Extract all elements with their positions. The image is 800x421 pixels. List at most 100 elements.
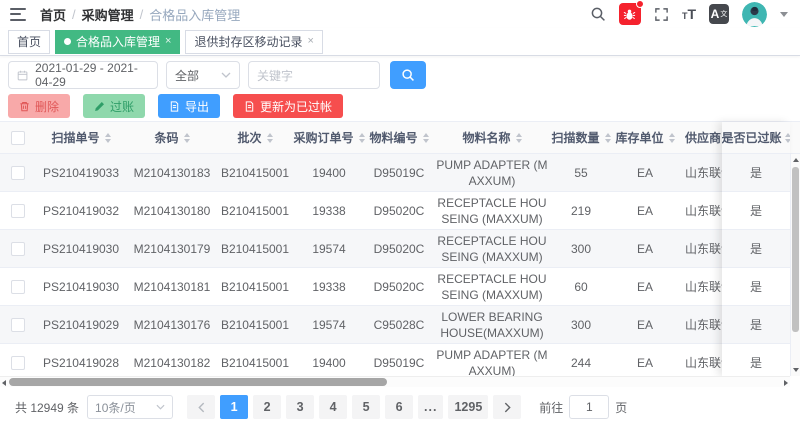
cell-mat_name: RECEPTACLE HOUSEING (MAXXUM) [433,192,551,229]
page-button-1[interactable]: 1 [220,395,248,419]
language-icon[interactable]: A文 [709,4,729,24]
avatar[interactable] [742,2,767,27]
horizontal-scroll-thumb[interactable] [9,378,387,386]
row-checkbox[interactable] [11,166,25,180]
sort-asc-icon[interactable] [105,133,111,137]
sort-asc-icon[interactable] [669,133,675,137]
search-button[interactable] [390,61,426,89]
row-checkbox[interactable] [11,280,25,294]
type-select[interactable]: 全部 [166,61,240,89]
sort-desc-icon[interactable] [785,139,790,143]
search-icon[interactable] [590,6,606,22]
post-button[interactable]: 过账 [83,94,145,118]
page-button-last[interactable]: 1295 [448,395,488,419]
sort-desc-icon[interactable] [516,139,522,143]
sort-carets-icon[interactable] [669,133,675,143]
scroll-up-icon[interactable] [793,158,799,162]
column-header-scan_no[interactable]: 扫描单号 [35,122,127,153]
chevron-down-icon[interactable] [780,12,788,21]
sort-carets-icon[interactable] [105,133,111,143]
next-page-button[interactable] [493,395,521,419]
column-header-posted[interactable]: 是否已过账 [722,122,790,154]
export-button[interactable]: 导出 [158,94,220,118]
sort-desc-icon[interactable] [605,139,611,143]
page-button-4[interactable]: 4 [319,395,347,419]
table-row[interactable]: PS210419029M2104130176B21041500119574C95… [0,306,790,344]
page-button-3[interactable]: 3 [286,395,314,419]
goto-page-input[interactable] [569,395,609,419]
row-checkbox[interactable] [11,204,25,218]
tab-home[interactable]: 首页 [8,30,50,54]
sort-carets-icon[interactable] [184,133,190,143]
close-icon[interactable]: × [165,36,171,47]
more-pages-icon[interactable]: ... [418,395,443,419]
breadcrumb-separator: / [140,7,144,22]
tab-qualified-inbound[interactable]: 合格品入库管理 × [55,30,180,54]
sort-asc-icon[interactable] [423,133,429,137]
prev-page-button[interactable] [187,395,215,419]
vertical-scroll-thumb[interactable] [792,167,799,332]
page-size-select[interactable]: 10条/页 [87,395,173,419]
tab-sealed-move-record[interactable]: 退供封存区移动记录 × [185,30,322,54]
keyword-input[interactable]: 关键字 [248,61,380,89]
sort-desc-icon[interactable] [423,139,429,143]
select-all-checkbox[interactable] [11,131,25,145]
sort-asc-icon[interactable] [605,133,611,137]
table-row[interactable]: PS210419032M2104130180B21041500119338D95… [0,192,790,230]
sort-desc-icon[interactable] [669,139,675,143]
date-range-input[interactable]: 2021-01-29 - 2021-04-29 [8,61,158,89]
font-size-icon[interactable]: TT [682,7,696,21]
sort-asc-icon[interactable] [785,133,790,137]
page-button-5[interactable]: 5 [352,395,380,419]
calendar-icon [17,69,28,82]
column-header-batch[interactable]: 批次 [217,122,293,153]
cell-batch: B210415001 [217,306,293,343]
sort-carets-icon[interactable] [423,133,429,143]
column-header-mat_name[interactable]: 物料名称 [433,122,551,153]
sort-desc-icon[interactable] [359,139,365,143]
table-row[interactable]: PS210419033M2104130183B21041500119400D95… [0,154,790,192]
column-header-po_no[interactable]: 采购订单号 [293,122,365,153]
scroll-left-icon[interactable] [2,380,6,386]
scroll-down-icon[interactable] [793,368,799,372]
horizontal-scrollbar[interactable] [0,376,790,387]
sort-carets-icon[interactable] [516,133,522,143]
keyword-placeholder: 关键字 [257,67,293,84]
sort-carets-icon[interactable] [359,133,365,143]
fullscreen-icon[interactable] [654,7,669,22]
breadcrumb-item-home[interactable]: 首页 [40,5,66,24]
sort-desc-icon[interactable] [105,139,111,143]
table-row[interactable]: PS210419030M2104130181B21041500119338D95… [0,268,790,306]
page-buttons: 123456...1295 [187,395,521,419]
sort-asc-icon[interactable] [359,133,365,137]
table-row[interactable]: PS210419030M2104130179B21041500119574D95… [0,230,790,268]
column-header-mat_no[interactable]: 物料编号 [365,122,433,153]
sort-asc-icon[interactable] [184,133,190,137]
row-checkbox[interactable] [11,318,25,332]
bug-report-icon[interactable] [619,3,641,25]
sort-carets-icon[interactable] [267,133,273,143]
column-header-barcode[interactable]: 条码 [127,122,217,153]
sort-asc-icon[interactable] [516,133,522,137]
page-button-2[interactable]: 2 [253,395,281,419]
close-icon[interactable]: × [307,36,313,47]
page-button-6[interactable]: 6 [385,395,413,419]
table-row[interactable]: PS210419028M2104130182B21041500119400D95… [0,344,790,376]
scroll-right-icon[interactable] [784,380,788,386]
sort-asc-icon[interactable] [267,133,273,137]
row-checkbox[interactable] [11,356,25,370]
sort-carets-icon[interactable] [605,133,611,143]
sort-carets-icon[interactable] [785,133,790,143]
sort-desc-icon[interactable] [267,139,273,143]
vertical-scrollbar[interactable] [790,154,800,376]
column-header-qty[interactable]: 扫描数量 [551,122,611,153]
delete-button[interactable]: 删除 [8,94,70,118]
update-posted-button[interactable]: 更新为已过帐 [233,94,343,118]
menu-fold-icon[interactable] [10,8,26,21]
breadcrumb-item-purchase[interactable]: 采购管理 [82,5,134,24]
cell-mat_no: D95020C [365,192,433,229]
column-header-unit[interactable]: 库存单位 [611,122,679,153]
column-header-check[interactable] [0,122,35,153]
sort-desc-icon[interactable] [184,139,190,143]
row-checkbox[interactable] [11,242,25,256]
